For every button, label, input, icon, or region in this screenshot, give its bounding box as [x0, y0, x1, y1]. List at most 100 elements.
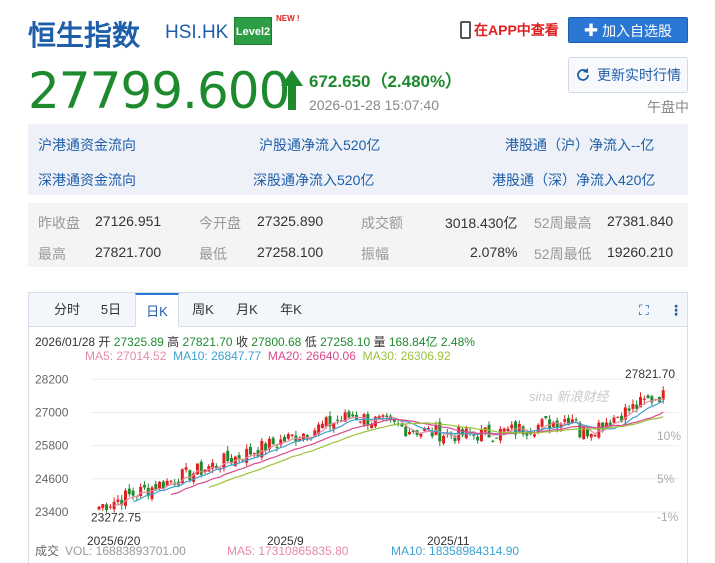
tab-intraday[interactable]: 分时	[47, 293, 87, 327]
refresh-quote-button[interactable]: 更新实时行情	[568, 57, 688, 93]
fullscreen-icon[interactable]: ⛶	[639, 302, 649, 319]
candle-body	[646, 395, 650, 399]
tab-daily-k[interactable]: 日K	[135, 293, 179, 327]
sina-watermark: sina 新浪财经	[529, 389, 610, 404]
candle-body	[616, 416, 620, 418]
candle-body	[532, 434, 536, 437]
stat-value: 27821.700	[95, 244, 162, 260]
level2-badge[interactable]: Level2	[234, 17, 272, 45]
candle-body	[612, 417, 616, 423]
ma-legend: MA5: 27014.52 MA10: 26847.77 MA20: 26640…	[85, 349, 451, 363]
candle-body	[661, 390, 665, 400]
ma5-label: MA5: 27014.52	[85, 349, 167, 363]
current-price: 27799.600	[28, 62, 290, 120]
candle-body	[124, 490, 128, 506]
volume-ma5: MA5: 17310865835.80	[227, 544, 349, 558]
sz-northbound-flow: 深股通净流入520亿	[253, 172, 375, 188]
ma10-label: MA10: 26847.77	[173, 349, 262, 363]
low-label: 低	[304, 335, 317, 349]
candle-body	[324, 417, 328, 427]
sz-connect-flow-link[interactable]: 深港通资金流向	[38, 170, 136, 190]
candle-body	[608, 422, 612, 426]
ma-line	[170, 411, 664, 496]
add-watchlist-label: 加入自选股	[602, 23, 673, 39]
candle-body	[320, 423, 324, 428]
phone-icon	[460, 21, 471, 39]
new-tag: NEW !	[276, 14, 300, 23]
sz-southbound-flow: 港股通（深）净流入420亿	[492, 172, 656, 188]
open-label: 开	[98, 335, 111, 349]
app-link[interactable]: 在APP中查看	[460, 20, 559, 40]
stat-value: 27126.951	[95, 213, 162, 229]
candle-body	[385, 415, 389, 417]
plus-icon: ✚	[583, 21, 599, 40]
more-options-icon[interactable]: ⋮	[669, 302, 683, 319]
candle-body	[400, 424, 404, 427]
candle-body	[479, 429, 483, 442]
tab-monthly-k[interactable]: 月K	[227, 293, 267, 327]
stat-value: 27325.890	[257, 213, 324, 229]
candle-body	[142, 485, 146, 488]
candle-body	[506, 428, 510, 432]
stat-label: 今开盘	[199, 215, 241, 231]
candle-body	[627, 408, 631, 411]
up-arrow-icon	[281, 70, 303, 110]
stat-label: 52周最低	[534, 246, 592, 262]
price-change: 672.650（2.480%）	[309, 72, 463, 91]
high-label: 高	[167, 335, 180, 349]
volume-label: 量	[373, 335, 386, 349]
tab-5day[interactable]: 5日	[91, 293, 131, 327]
stat-label: 最高	[38, 246, 66, 262]
stat-value: 27258.100	[257, 244, 324, 260]
kline-chart[interactable]: sina 新浪财经 28200 27000 25800 24600 23400 10% 5%…	[29, 365, 687, 563]
ma-line	[113, 397, 664, 507]
index-code: HSI.HK	[165, 22, 229, 43]
candle-body	[585, 429, 589, 437]
candle-body	[544, 416, 548, 419]
quote-stats: 昨收盘 27126.951 今开盘 27325.890 成交额 3018.430…	[28, 203, 688, 267]
high-value: 27821.70	[182, 335, 233, 349]
candle-body	[131, 490, 135, 496]
candle-body	[347, 411, 351, 418]
candle-body	[589, 433, 593, 438]
ohlc-readout: 2026/01/28 开 27325.89 高 27821.70 收 27800…	[35, 333, 475, 350]
candle-body	[188, 470, 192, 481]
candle-body	[286, 434, 290, 439]
candle-body	[127, 488, 131, 495]
sh-northbound-flow: 沪股通净流入520亿	[259, 137, 381, 153]
ma20-label: MA20: 26640.06	[267, 349, 356, 363]
stat-label: 最低	[199, 246, 227, 262]
app-link-label: 在APP中查看	[474, 22, 559, 38]
candle-body	[252, 453, 256, 455]
volume-value: 168.84亿	[388, 335, 438, 349]
candle-body	[169, 480, 173, 482]
pct-tick-label: -1%	[657, 510, 679, 524]
tab-weekly-k[interactable]: 周K	[183, 293, 223, 327]
stat-value: 2.078%	[470, 244, 518, 260]
candle-body	[540, 419, 544, 427]
add-watchlist-button[interactable]: ✚ 加入自选股	[568, 17, 688, 43]
stat-label: 成交额	[361, 215, 403, 231]
pct-tick-label: 10%	[657, 429, 681, 443]
candle-body	[491, 440, 495, 442]
candle-body	[97, 506, 101, 510]
capital-flow-box: 沪港通资金流向 沪股通净流入520亿 港股通（沪）净流入--亿 深港通资金流向 …	[28, 124, 688, 195]
stat-label: 振幅	[361, 246, 389, 262]
y-tick-label: 25800	[35, 439, 69, 453]
candle-body	[226, 450, 230, 462]
sh-connect-flow-link[interactable]: 沪港通资金流向	[38, 135, 136, 155]
candle-body	[283, 436, 287, 442]
stat-value: 19260.210	[607, 244, 674, 260]
candle-body	[290, 434, 294, 436]
candle-body	[574, 419, 578, 421]
candle-body	[487, 424, 491, 438]
candle-body	[642, 398, 646, 400]
stat-label: 昨收盘	[38, 215, 80, 231]
stock-header: 恒生指数 HSI.HK Level2 NEW ! 在APP中查看 ✚ 加入自选股	[0, 0, 715, 62]
y-tick-label: 28200	[35, 372, 69, 386]
tab-yearly-k[interactable]: 年K	[271, 293, 311, 327]
close-label: 收	[235, 335, 248, 349]
y-tick-label: 27000	[35, 405, 69, 419]
pct-tick-label: 5%	[657, 472, 675, 486]
candle-body	[336, 419, 340, 421]
